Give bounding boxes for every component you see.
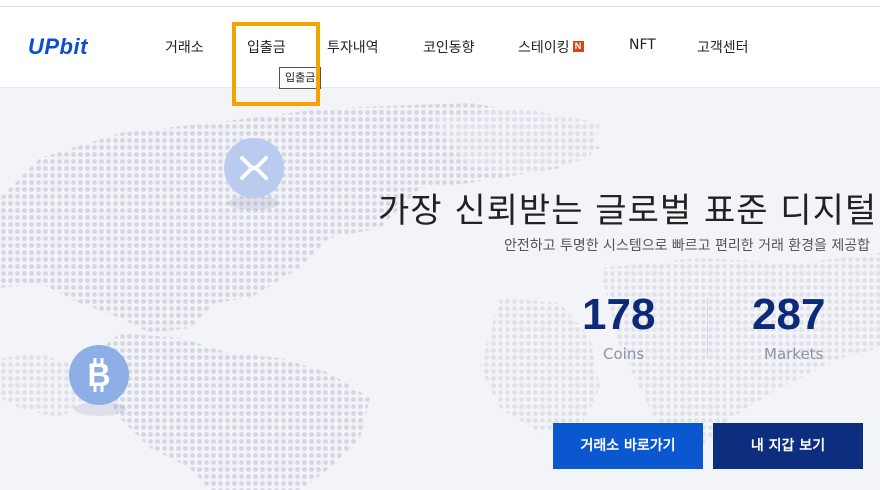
nav-nft[interactable]: NFT (629, 37, 656, 53)
svg-text:B: B (87, 357, 110, 393)
hero-headline: 가장 신뢰받는 글로벌 표준 디지털 자 (378, 191, 880, 231)
nav-deposit-withdraw[interactable]: 입출금 (247, 37, 286, 57)
xrp-coin-icon (224, 138, 284, 198)
top-border (0, 0, 880, 7)
xrp-coin-shadow (228, 196, 280, 210)
nav-coin-trends[interactable]: 코인동향 (423, 37, 475, 57)
coins-label: Coins (603, 345, 645, 363)
nav-staking[interactable]: 스테이킹 N (518, 37, 584, 57)
nav-exchange[interactable]: 거래소 (165, 37, 204, 57)
upbit-logo[interactable]: UPbit (28, 34, 88, 60)
bitcoin-coin-icon: B (69, 345, 129, 405)
new-badge: N (572, 41, 584, 52)
nav-staking-label: 스테이킹 (518, 40, 570, 56)
go-to-exchange-button[interactable]: 거래소 바로가기 (553, 423, 703, 469)
bitcoin-glyph-icon: B (87, 357, 110, 393)
nav-customer-center[interactable]: 고객센터 (697, 37, 749, 57)
view-wallet-button[interactable]: 내 지갑 보기 (713, 423, 863, 469)
xrp-glyph-icon (240, 156, 268, 180)
tooltip: 입출금 (279, 67, 322, 89)
coins-count: 178 (582, 290, 656, 339)
stats-divider (707, 298, 708, 358)
markets-label: Markets (764, 345, 824, 363)
nav-investments[interactable]: 투자내역 (327, 37, 379, 57)
header: UPbit 거래소 입출금 투자내역 코인동향 스테이킹 N NFT 고객센터 (0, 7, 880, 88)
markets-count: 287 (752, 290, 826, 339)
hero-subline: 안전하고 투명한 시스템으로 빠르고 편리한 거래 환경을 제공합 (504, 238, 871, 254)
